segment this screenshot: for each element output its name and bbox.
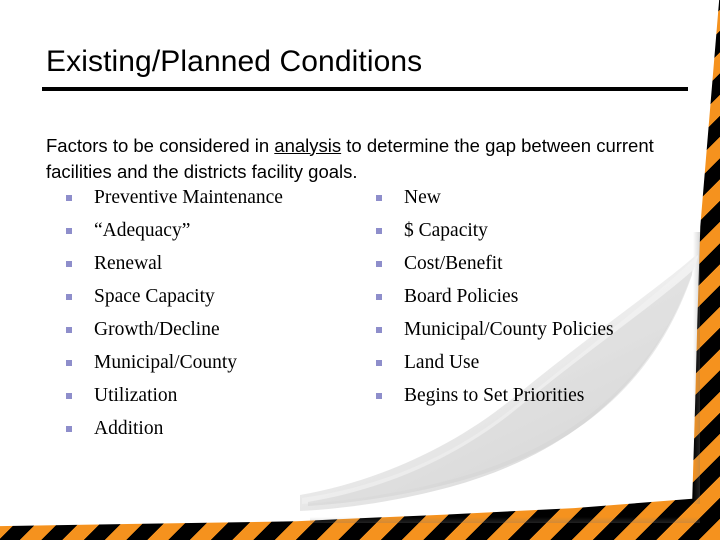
- bullet-square-icon: [66, 261, 72, 267]
- list-item-label: Municipal/County: [94, 352, 237, 373]
- list-item: Space Capacity: [62, 285, 332, 309]
- bullet-square-icon: [376, 195, 382, 201]
- list-item: Board Policies: [372, 285, 662, 309]
- list-item: Renewal: [62, 252, 332, 276]
- list-item: Begins to Set Priorities: [372, 384, 662, 408]
- list-item-label: “Adequacy”: [94, 220, 191, 241]
- bullet-square-icon: [376, 228, 382, 234]
- bullet-square-icon: [376, 294, 382, 300]
- list-item-label: New: [404, 187, 441, 208]
- list-item-label: Cost/Benefit: [404, 253, 503, 274]
- list-item-label: Utilization: [94, 385, 178, 406]
- list-item: “Adequacy”: [62, 219, 332, 243]
- slide-content: Existing/Planned Conditions Factors to b…: [0, 0, 720, 540]
- list-item: Growth/Decline: [62, 318, 332, 342]
- lead-paragraph: Factors to be considered in analysis to …: [46, 133, 680, 185]
- bullet-square-icon: [66, 294, 72, 300]
- bullet-square-icon: [376, 393, 382, 399]
- list-item-label: Preventive Maintenance: [94, 187, 283, 208]
- list-item: Addition: [62, 417, 332, 441]
- bullet-list-right: New $ Capacity Cost/Benefit Board Polici…: [372, 186, 662, 408]
- bullet-square-icon: [376, 327, 382, 333]
- bullet-column-right: New $ Capacity Cost/Benefit Board Polici…: [372, 186, 662, 408]
- bullet-column-left: Preventive Maintenance “Adequacy” Renewa…: [62, 186, 332, 441]
- list-item-label: Municipal/County Policies: [404, 319, 614, 340]
- bullet-square-icon: [66, 228, 72, 234]
- list-item-label: Growth/Decline: [94, 319, 220, 340]
- list-item-label: Renewal: [94, 253, 163, 274]
- page-title: Existing/Planned Conditions: [46, 45, 423, 78]
- list-item-label: $ Capacity: [404, 220, 488, 241]
- bullet-square-icon: [66, 327, 72, 333]
- bullet-square-icon: [376, 261, 382, 267]
- bullet-square-icon: [66, 393, 72, 399]
- lead-emphasis-analysis: analysis: [274, 134, 342, 156]
- list-item: Land Use: [372, 351, 662, 375]
- list-item: Municipal/County: [62, 351, 332, 375]
- list-item: Utilization: [62, 384, 332, 408]
- list-item: New: [372, 186, 662, 210]
- bullet-square-icon: [66, 195, 72, 201]
- bullet-square-icon: [376, 360, 382, 366]
- list-item-label: Board Policies: [404, 286, 519, 307]
- bullet-square-icon: [66, 360, 72, 366]
- lead-text-before: Factors to be considered in: [46, 134, 275, 156]
- list-item-label: Begins to Set Priorities: [404, 385, 585, 406]
- list-item-label: Space Capacity: [94, 286, 215, 307]
- slide-canvas: Existing/Planned Conditions Factors to b…: [0, 0, 720, 540]
- bullet-list-left: Preventive Maintenance “Adequacy” Renewa…: [62, 186, 332, 441]
- list-item: Preventive Maintenance: [62, 186, 332, 210]
- list-item: $ Capacity: [372, 219, 662, 243]
- list-item: Cost/Benefit: [372, 252, 662, 276]
- list-item: Municipal/County Policies: [372, 318, 662, 342]
- list-item-label: Land Use: [404, 352, 480, 373]
- title-underline-rule: [42, 87, 688, 91]
- bullet-square-icon: [66, 426, 72, 432]
- list-item-label: Addition: [94, 418, 164, 439]
